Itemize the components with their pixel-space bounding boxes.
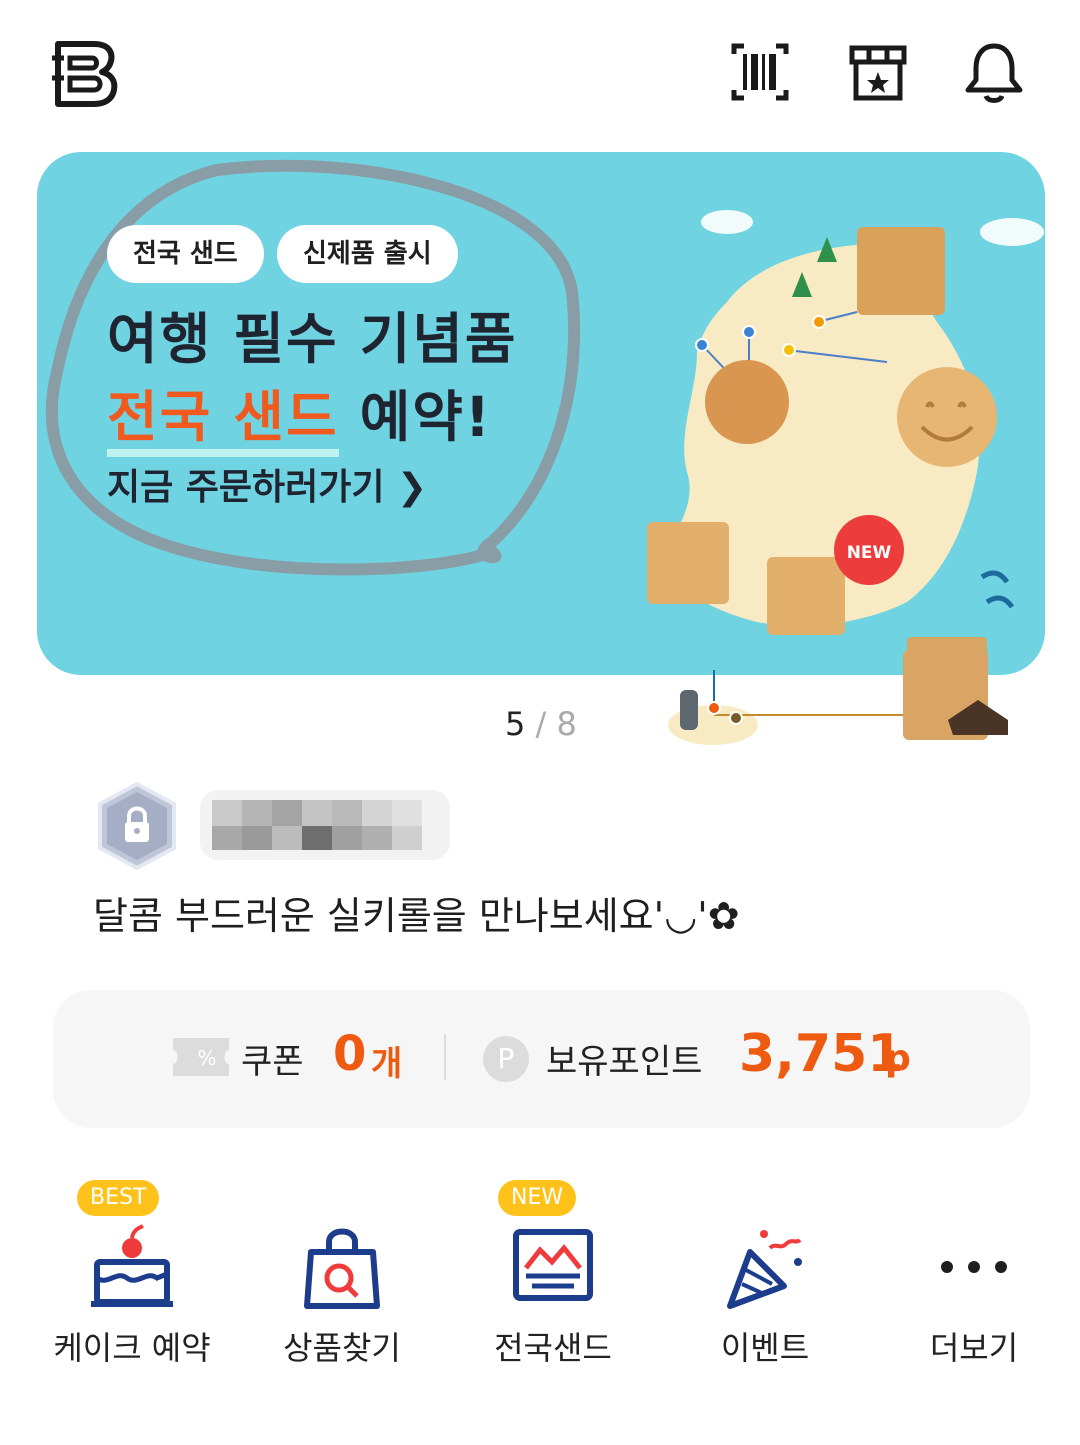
coupon-icon: % — [173, 1038, 229, 1076]
lock-icon[interactable] — [92, 780, 182, 872]
benefit-card: % 쿠폰 0 개 P 보유포인트 3,751 p — [53, 990, 1030, 1128]
new-badge: NEW — [498, 1180, 577, 1216]
menu-event[interactable]: 이벤트 — [660, 1180, 870, 1380]
sand-box-icon — [513, 1229, 593, 1301]
coupon-label[interactable]: 쿠폰 — [241, 1034, 304, 1083]
card-divider — [444, 1034, 446, 1080]
store-icon[interactable] — [846, 40, 910, 104]
menu-national-sand[interactable]: NEW 전국샌드 — [448, 1180, 658, 1380]
pager-total: 8 — [556, 705, 577, 743]
more-dots-icon — [941, 1261, 1007, 1273]
banner-title-line1: 여행 필수 기념품 — [107, 307, 518, 371]
menu-label: 이벤트 — [720, 1329, 810, 1367]
promo-banner[interactable]: NEW 전국 샌드 신제품 출시 여행 필수 기념품 전국 샌드 예약! 지금 … — [37, 152, 1045, 675]
menu-label: 더보기 — [929, 1329, 1019, 1367]
banner-title-highlight: 전국 샌드 — [107, 385, 339, 457]
points-unit: p — [885, 1038, 911, 1079]
banner-title-line2: 전국 샌드 예약! — [107, 372, 492, 457]
menu-more[interactable]: 더보기 — [869, 1180, 1079, 1380]
username-redacted — [200, 790, 450, 860]
shopping-bag-search-icon — [304, 1228, 380, 1309]
menu-cake-reservation[interactable]: BEST 케이크 예약 — [27, 1180, 237, 1380]
banner-title-rest: 예약! — [338, 385, 492, 449]
greeting-text: 달콤 부드러운 실키롤을 만나보세요'◡'✿ — [93, 894, 740, 938]
new-badge: NEW — [847, 543, 892, 563]
svg-text:%: % — [197, 1046, 216, 1070]
chip-new-product[interactable]: 신제품 출시 — [277, 225, 458, 283]
banner-cta-label: 지금 주문하러가기 — [107, 467, 398, 508]
banner-pager: 5 / 8 — [505, 705, 577, 743]
chevron-right-icon: ❯ — [397, 467, 428, 508]
bell-icon[interactable] — [962, 40, 1026, 104]
point-icon: P — [483, 1036, 529, 1082]
menu-label: 전국샌드 — [494, 1329, 612, 1367]
b-logo-icon[interactable] — [50, 38, 122, 108]
coupon-unit: 개 — [371, 1044, 403, 1084]
points-value[interactable]: 3,751 — [739, 1024, 903, 1084]
pager-current: 5 — [505, 705, 526, 743]
barcode-icon[interactable] — [728, 40, 792, 104]
menu-label: 상품찾기 — [283, 1329, 401, 1367]
menu-product-search[interactable]: 상품찾기 — [237, 1180, 447, 1380]
pager-separator: / — [535, 705, 547, 743]
banner-cta-link[interactable]: 지금 주문하러가기 ❯ — [107, 458, 427, 510]
menu-label: 케이크 예약 — [53, 1329, 211, 1367]
points-label[interactable]: 보유포인트 — [546, 1034, 702, 1083]
cake-icon — [91, 1224, 173, 1307]
party-popper-icon — [727, 1230, 802, 1309]
chip-national-sand[interactable]: 전국 샌드 — [107, 225, 264, 283]
coupon-count[interactable]: 0 — [333, 1026, 366, 1082]
jeju-island-illustration — [668, 650, 1008, 745]
best-badge: BEST — [77, 1180, 160, 1216]
